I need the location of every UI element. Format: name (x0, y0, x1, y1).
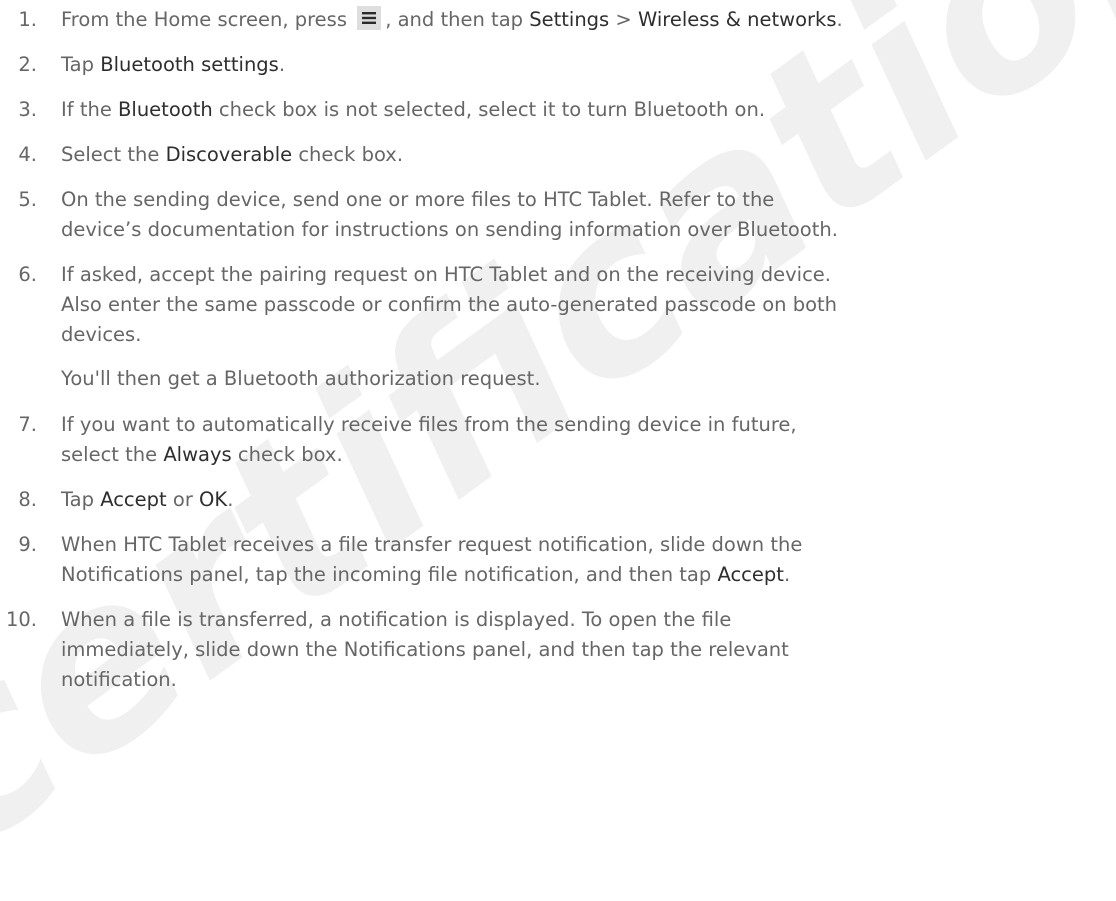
ok-label: OK (199, 488, 228, 511)
step-number: 3. (18, 98, 37, 121)
step-text: Tap Accept or OK. (61, 488, 234, 511)
bluetooth-label: Bluetooth (118, 98, 213, 121)
step-text: Select the Discoverable check box. (61, 143, 404, 166)
always-label: Always (163, 443, 232, 466)
step-text: When HTC Tablet receives a file transfer… (61, 533, 803, 586)
step-text: From the Home screen, press , and then t… (61, 6, 843, 31)
settings-label: Settings (529, 8, 610, 31)
step-number: 2. (18, 53, 37, 76)
wireless-networks-label: Wireless & networks (637, 8, 837, 31)
step-text: If you want to automatically receive fil… (61, 413, 797, 466)
accept-label: Accept (717, 563, 784, 586)
step-number: 5. (18, 188, 37, 211)
step-text: If asked, accept the pairing request on … (61, 260, 1106, 394)
step-number: 4. (18, 143, 37, 166)
step-text: If the Bluetooth check box is not select… (61, 98, 766, 121)
discoverable-label: Discoverable (165, 143, 293, 166)
step-note: You'll then get a Bluetooth authorizatio… (61, 367, 541, 390)
step-text: When a file is transferred, a notificati… (61, 608, 789, 691)
step-number: 10. (5, 608, 37, 631)
accept-label: Accept (100, 488, 167, 511)
step-text: Tap Bluetooth settings. (61, 53, 286, 76)
step-number: 9. (18, 533, 37, 556)
step-number: 6. (18, 263, 37, 286)
step-text: On the sending device, send one or more … (61, 188, 838, 241)
menu-icon (357, 6, 382, 30)
step-number: 8. (18, 488, 37, 511)
step-number: 7. (18, 413, 37, 436)
bluetooth-settings-label: Bluetooth settings (100, 53, 279, 76)
step-number: 1. (18, 8, 37, 31)
